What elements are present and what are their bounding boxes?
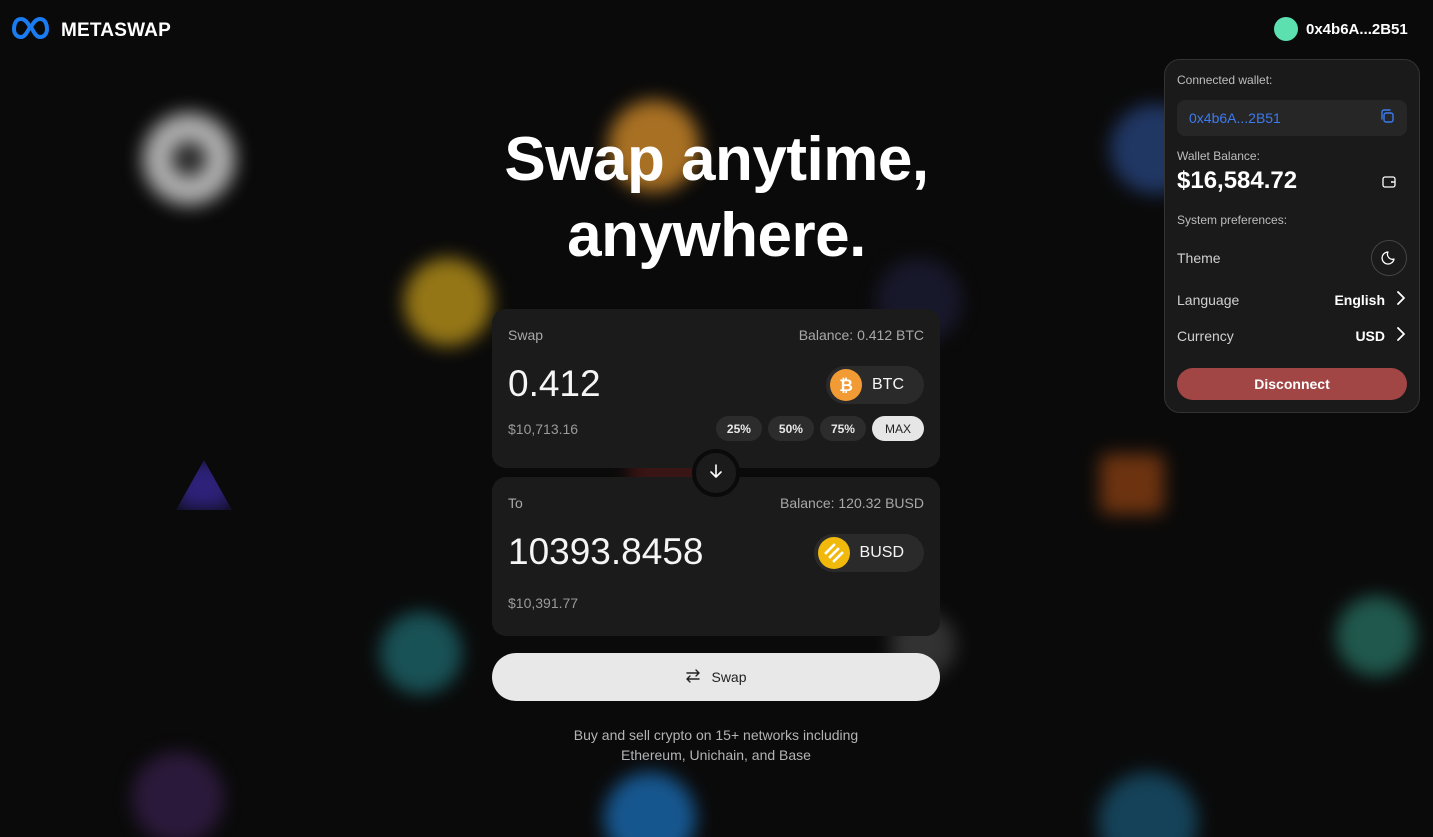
swap-to-token-name: BUSD (859, 544, 904, 561)
swap-to-card: To Balance: 120.32 BUSD BUSD $10,391.77 (492, 477, 940, 636)
percent-25-button[interactable]: 25% (715, 416, 762, 441)
networks-description: Buy and sell crypto on 15+ networks incl… (492, 725, 940, 765)
language-label: Language (1177, 291, 1240, 308)
swap-from-token-name: BTC (872, 376, 904, 393)
swap-from-token-selector[interactable]: ₿ BTC (826, 366, 924, 404)
wallet-icon[interactable] (1381, 174, 1397, 195)
currency-value: USD (1355, 327, 1385, 344)
wallet-button[interactable]: 0x4b6A...2B51 (1274, 17, 1408, 41)
currency-label: Currency (1177, 327, 1234, 344)
swap-from-amount-input[interactable] (508, 363, 788, 405)
swap-to-label: To (508, 495, 523, 511)
meta-infinity-icon (12, 16, 49, 45)
swap-from-balance: Balance: 0.412 BTC (798, 327, 924, 343)
wallet-dropdown: Connected wallet: 0x4b6A...2B51 Wallet B… (1164, 59, 1420, 413)
moon-icon (1381, 249, 1397, 268)
swap-to-balance: Balance: 120.32 BUSD (780, 495, 924, 511)
wallet-balance-label: Wallet Balance: (1177, 149, 1260, 163)
arrow-down-icon (708, 463, 724, 484)
wallet-balance-value: $16,584.72 (1177, 167, 1298, 194)
percent-buttons: 25% 50% 75% MAX (715, 416, 924, 441)
percent-75-button[interactable]: 75% (819, 416, 866, 441)
svg-text:₿: ₿ (839, 376, 853, 395)
wallet-avatar (1274, 17, 1298, 41)
arrows-swap-icon (685, 668, 701, 686)
networks-line-1: Buy and sell crypto on 15+ networks incl… (573, 727, 859, 743)
copy-icon[interactable] (1379, 108, 1395, 129)
currency-selector[interactable]: USD (1355, 326, 1407, 345)
flip-direction-button[interactable] (692, 449, 740, 497)
swap-to-token-selector[interactable]: BUSD (813, 534, 924, 572)
bg-coin-triangle (176, 460, 232, 510)
swap-from-fiat-value: $10,713.16 (508, 421, 579, 437)
header: METASWAP 0x4b6A...2B51 (0, 0, 1433, 58)
bg-coin-green (1336, 596, 1416, 676)
connected-wallet-label: Connected wallet: (1177, 73, 1273, 87)
language-selector[interactable]: English (1334, 290, 1407, 309)
networks-line-2: Ethereum, Unichain, and Base (621, 747, 811, 763)
swap-to-amount-input[interactable] (508, 531, 828, 573)
logo-text: METASWAP (61, 19, 171, 41)
logo[interactable]: METASWAP (12, 16, 171, 45)
swap-from-card: Swap Balance: 0.412 BTC ₿ BTC $10,713.16… (492, 309, 940, 468)
currency-row[interactable]: Currency USD (1177, 326, 1407, 345)
bg-coin-cyan (1098, 772, 1198, 837)
swap-to-fiat-value: $10,391.77 (508, 595, 579, 611)
system-preferences-label: System preferences: (1177, 213, 1288, 227)
theme-row: Theme (1177, 240, 1407, 276)
bitcoin-icon: ₿ (830, 369, 862, 401)
disconnect-button[interactable]: Disconnect (1177, 368, 1407, 400)
bg-coin-azure (604, 772, 696, 837)
theme-toggle-button[interactable] (1371, 240, 1407, 276)
bg-coin-orange (1100, 454, 1164, 514)
chevron-right-icon (1395, 290, 1407, 309)
percent-50-button[interactable]: 50% (767, 416, 814, 441)
chevron-right-icon (1395, 326, 1407, 345)
swap-from-label: Swap (508, 327, 544, 343)
wallet-address-box: 0x4b6A...2B51 (1177, 100, 1407, 136)
percent-max-button[interactable]: MAX (871, 416, 924, 441)
theme-label: Theme (1177, 250, 1221, 266)
bg-coin-purple (132, 752, 224, 837)
busd-icon (817, 537, 850, 569)
swap-button-label: Swap (711, 669, 747, 685)
swap-button[interactable]: Swap (492, 653, 940, 701)
wallet-address: 0x4b6A...2B51 (1306, 20, 1408, 38)
dropdown-wallet-address: 0x4b6A...2B51 (1189, 110, 1281, 126)
language-value: English (1334, 291, 1385, 308)
language-row[interactable]: Language English (1177, 290, 1407, 309)
bg-coin-teal (380, 612, 462, 694)
